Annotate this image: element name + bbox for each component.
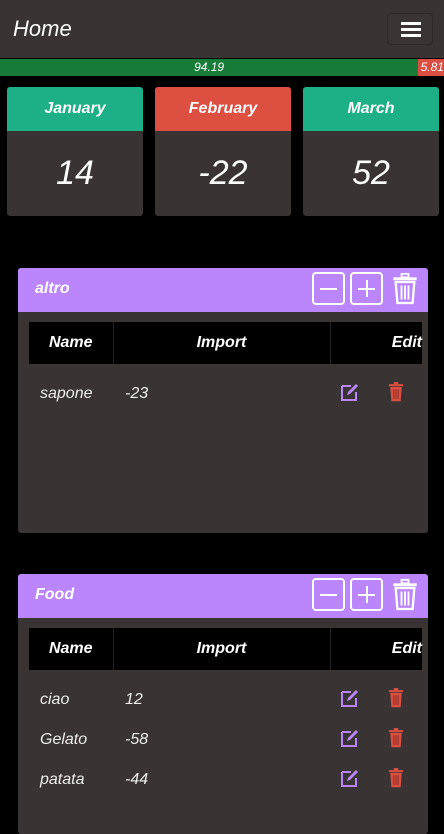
category-title: altro <box>35 280 70 297</box>
item-name: patata <box>40 771 85 788</box>
month-name: January <box>7 87 143 131</box>
negative-segment: 5.81 <box>418 59 444 76</box>
menu-button[interactable] <box>387 13 433 45</box>
item-import: -44 <box>125 771 149 788</box>
edit-icon[interactable] <box>330 760 370 800</box>
add-item-button[interactable] <box>350 578 383 611</box>
hamburger-icon-line <box>401 28 421 31</box>
month-value: 14 <box>56 154 94 192</box>
item-name: ciao <box>40 691 70 708</box>
column-header-name: Name <box>29 628 114 670</box>
column-header-import: Import <box>113 628 331 670</box>
category-title: Food <box>35 586 75 603</box>
column-header-import: Import <box>113 322 331 364</box>
panel-header: altro <box>18 268 428 312</box>
category-panel: altro Name Import Edit sapone -23 <box>18 268 428 533</box>
items-table: Name Import Edit sapone -23 <box>29 322 422 414</box>
item-import: -23 <box>125 385 149 402</box>
hamburger-icon-line <box>401 34 421 37</box>
positive-segment: 94.19 <box>0 59 419 76</box>
table-row: sapone -23 <box>29 374 422 414</box>
month-value: 52 <box>352 154 390 192</box>
delete-category-icon[interactable] <box>391 577 419 613</box>
add-item-button[interactable] <box>350 272 383 305</box>
column-header-edit: Edit <box>330 322 422 364</box>
table-row: patata -44 <box>29 760 422 800</box>
column-header-name: Name <box>29 322 114 364</box>
month-value: -22 <box>198 154 248 192</box>
panel-header: Food <box>18 574 428 618</box>
collapse-button[interactable] <box>312 578 345 611</box>
month-card: February -22 <box>155 87 291 216</box>
table-row: Gelato -58 <box>29 720 422 760</box>
edit-icon[interactable] <box>330 720 370 760</box>
item-name: Gelato <box>40 731 88 748</box>
item-name: sapone <box>40 385 93 402</box>
delete-item-icon[interactable] <box>370 720 422 760</box>
item-import: -58 <box>125 731 149 748</box>
month-card: January 14 <box>7 87 143 216</box>
table-row: ciao 12 <box>29 680 422 720</box>
month-card: March 52 <box>303 87 439 216</box>
delete-item-icon[interactable] <box>370 680 422 720</box>
edit-icon[interactable] <box>330 374 370 414</box>
delete-category-icon[interactable] <box>391 271 419 307</box>
items-table: Name Import Edit ciao 12 Gelato -58 pata… <box>29 628 422 800</box>
top-bar: Home <box>0 0 444 58</box>
hamburger-icon <box>401 22 421 25</box>
month-name: February <box>155 87 291 131</box>
collapse-button[interactable] <box>312 272 345 305</box>
column-header-edit: Edit <box>330 628 422 670</box>
balance-progress-bar: 94.19 5.81 <box>0 59 444 76</box>
item-import: 12 <box>125 691 143 708</box>
delete-item-icon[interactable] <box>370 374 422 414</box>
month-name: March <box>303 87 439 131</box>
page-title: Home <box>13 16 72 41</box>
delete-item-icon[interactable] <box>370 760 422 800</box>
edit-icon[interactable] <box>330 680 370 720</box>
category-panel: Food Name Import Edit ciao 12 Gelato -58… <box>18 574 428 834</box>
